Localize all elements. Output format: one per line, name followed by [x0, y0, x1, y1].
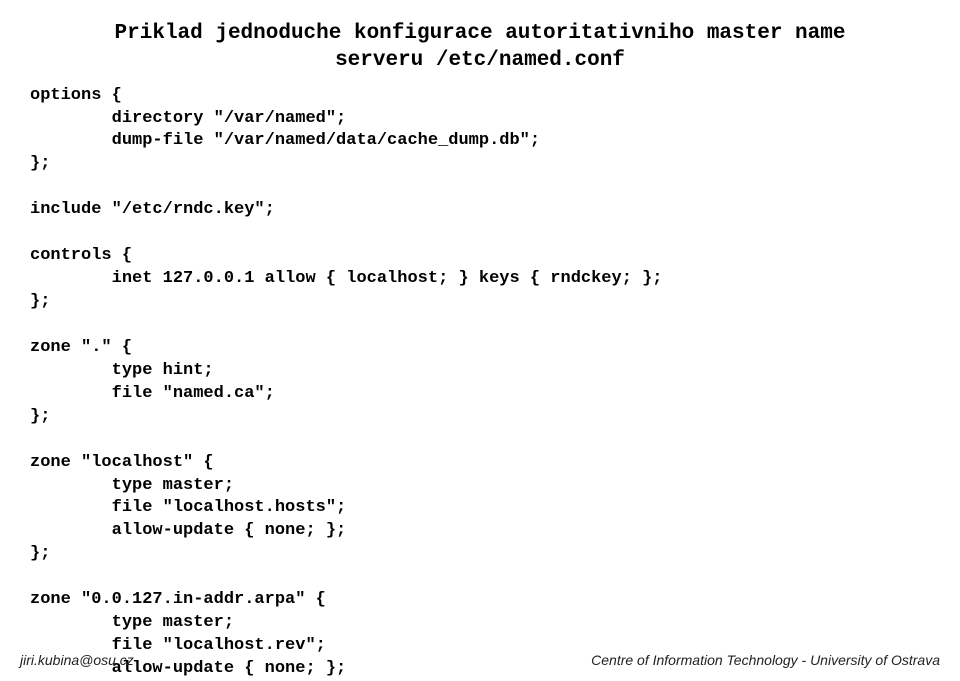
config-code: options { directory "/var/named"; dump-f…: [0, 75, 960, 681]
slide-title: Priklad jednoduche konfigurace autoritat…: [0, 0, 960, 75]
slide-footer: jiri.kubina@osu.cz Centre of Information…: [0, 652, 960, 668]
footer-email: jiri.kubina@osu.cz: [20, 652, 134, 668]
footer-org: Centre of Information Technology - Unive…: [591, 652, 940, 668]
